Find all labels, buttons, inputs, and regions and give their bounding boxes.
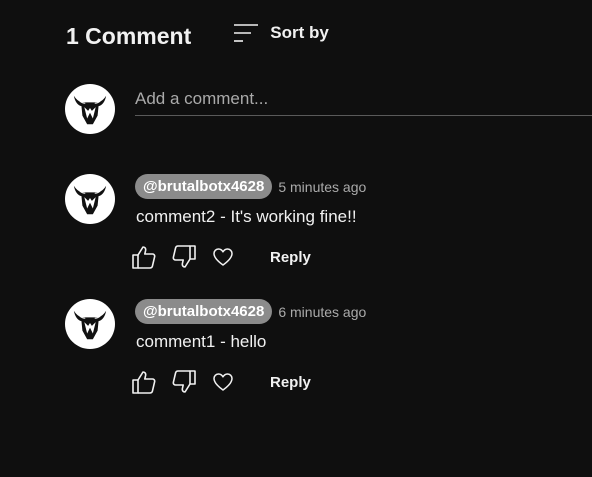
- comment-timestamp[interactable]: 5 minutes ago: [278, 179, 366, 195]
- comment-text: comment1 - hello: [136, 332, 267, 351]
- heart-icon[interactable]: [212, 246, 234, 268]
- heart-icon[interactable]: [212, 371, 234, 393]
- sort-icon: [234, 24, 259, 42]
- comments-header: 1 Comment Sort by: [66, 20, 329, 52]
- add-comment-input[interactable]: [135, 86, 592, 112]
- author-name[interactable]: @brutalbotx4628: [135, 174, 273, 199]
- comment-meta: @brutalbotx4628 5 minutes ago: [135, 174, 366, 199]
- avatar[interactable]: [65, 299, 115, 349]
- bull-logo-icon: [73, 95, 107, 125]
- comment-count-title: 1 Comment: [66, 23, 192, 49]
- thumbs-down-icon[interactable]: [171, 244, 197, 270]
- bull-logo-icon: [73, 310, 107, 340]
- thumbs-down-icon[interactable]: [171, 369, 197, 395]
- avatar[interactable]: [65, 84, 115, 134]
- add-comment-field-wrapper: [135, 86, 592, 116]
- comment-actions: Reply: [131, 369, 311, 395]
- comments-section: 1 Comment Sort by Add a comment... @brut…: [0, 0, 592, 477]
- bull-logo-icon: [73, 185, 107, 215]
- avatar[interactable]: [65, 174, 115, 224]
- sort-by-label: Sort by: [270, 23, 329, 42]
- comment-text: comment2 - It's working fine!!: [136, 207, 357, 226]
- comment-item: @brutalbotx4628 5 minutes ago comment2 -…: [65, 174, 592, 284]
- sort-by-button[interactable]: Sort by: [233, 22, 329, 44]
- comment-meta: @brutalbotx4628 6 minutes ago: [135, 299, 366, 324]
- comment-item: @brutalbotx4628 6 minutes ago comment1 -…: [65, 299, 592, 409]
- reply-button[interactable]: Reply: [270, 249, 311, 266]
- author-name[interactable]: @brutalbotx4628: [135, 299, 273, 324]
- add-comment-row: [65, 84, 592, 136]
- comment-timestamp[interactable]: 6 minutes ago: [278, 304, 366, 320]
- reply-button[interactable]: Reply: [270, 374, 311, 391]
- thumbs-up-icon[interactable]: [131, 369, 157, 395]
- thumbs-up-icon[interactable]: [131, 244, 157, 270]
- comment-actions: Reply: [131, 244, 311, 270]
